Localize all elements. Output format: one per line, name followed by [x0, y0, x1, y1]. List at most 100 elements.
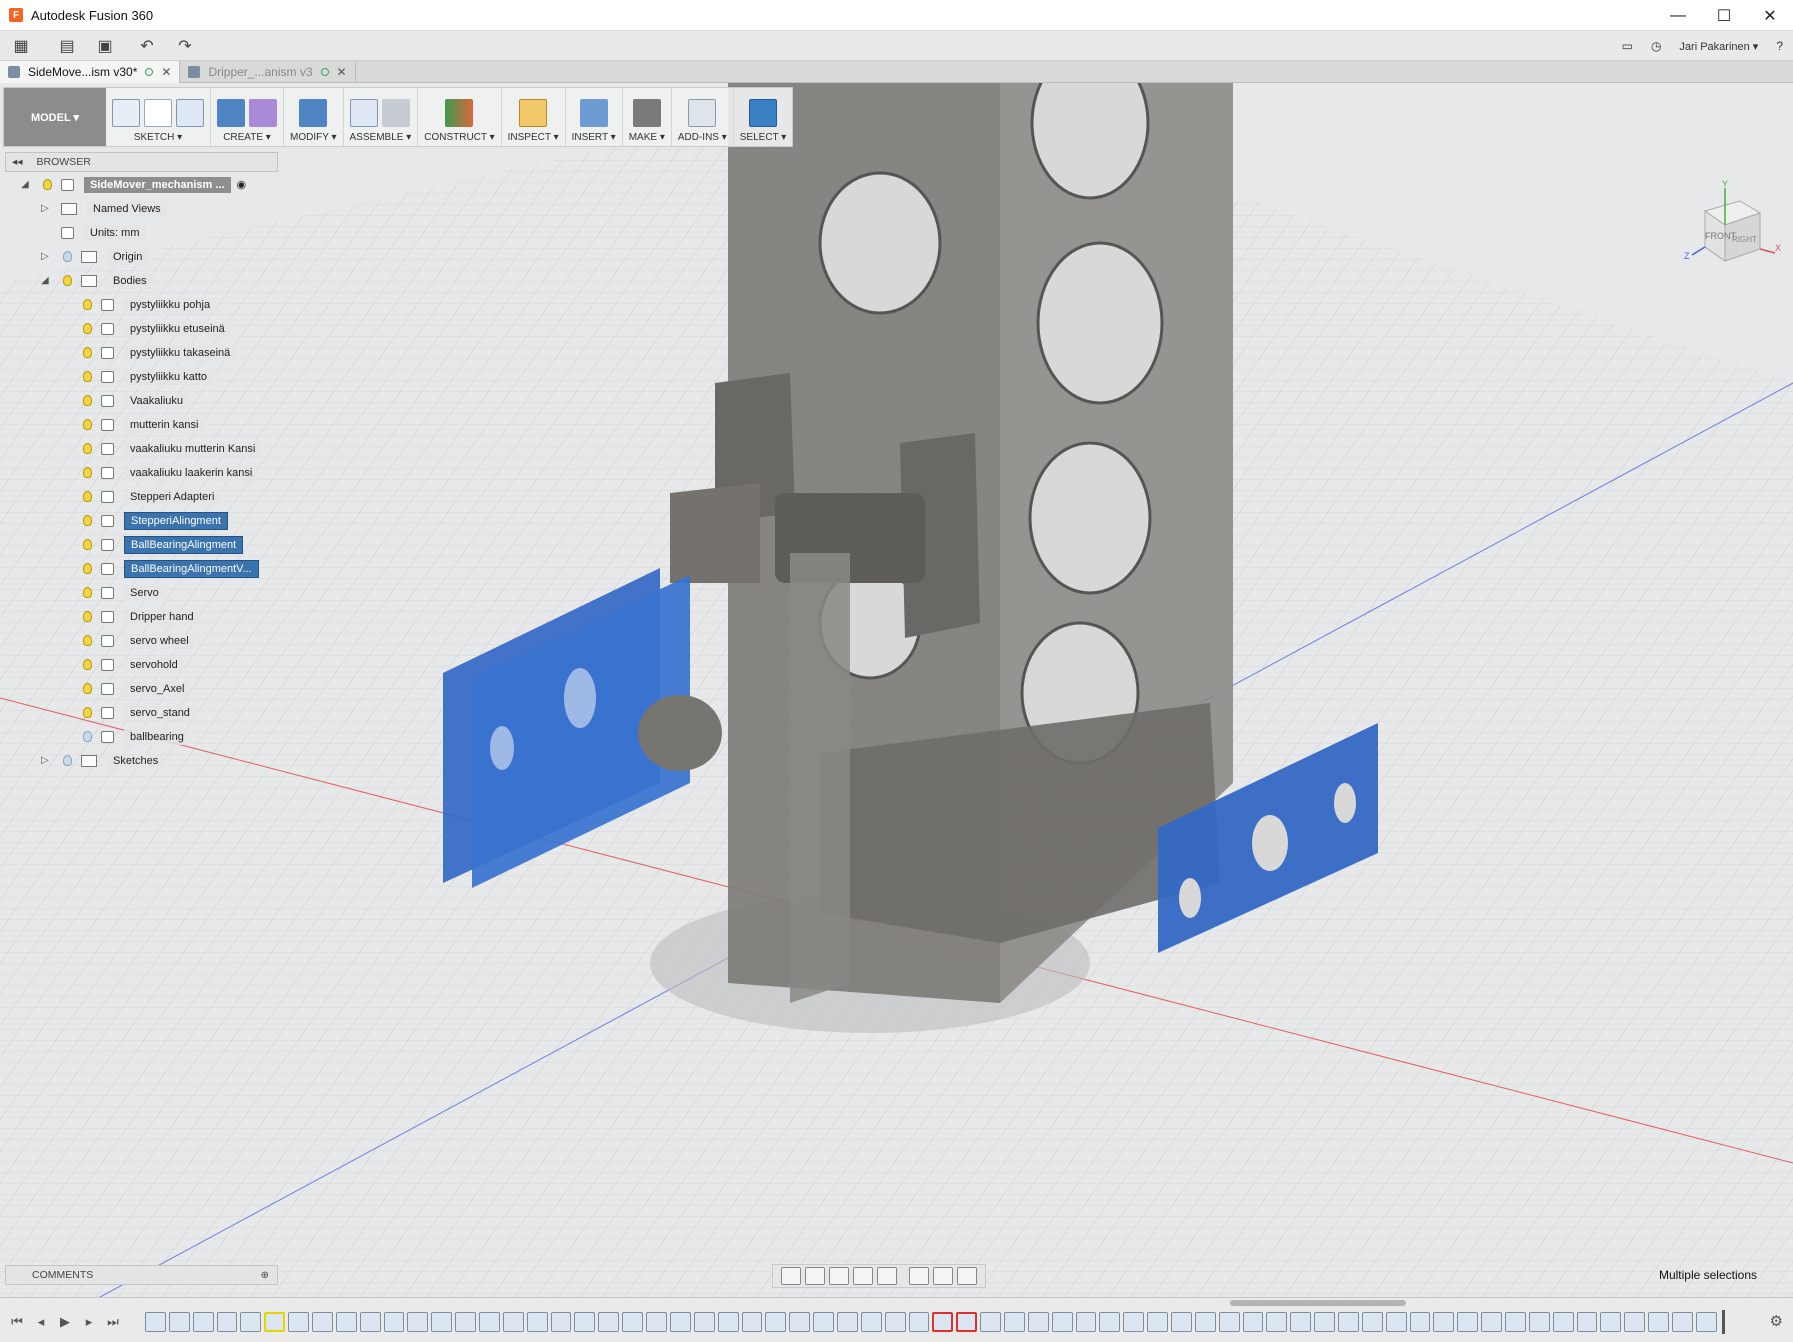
- timeline-feature-icon[interactable]: [359, 1312, 381, 1332]
- document-tab-sidemover[interactable]: SideMove...ism v30* ✕: [0, 61, 181, 83]
- timeline-feature-icon[interactable]: [1624, 1312, 1646, 1332]
- file-menu-icon[interactable]: ▤: [52, 33, 82, 59]
- timeline-feature-icon[interactable]: [1361, 1312, 1383, 1332]
- visibility-bulb-icon[interactable]: [81, 730, 93, 744]
- inspect-menu[interactable]: INSPECT ▾: [508, 132, 559, 143]
- timeline-feature-icon[interactable]: [598, 1312, 620, 1332]
- view-cube[interactable]: FRONT RIGHT X Y Z: [1680, 179, 1781, 273]
- tree-body-item[interactable]: servo_stand: [61, 702, 196, 723]
- timeline-feature-icon[interactable]: [1600, 1312, 1622, 1332]
- visibility-bulb-icon[interactable]: [41, 178, 53, 192]
- tree-units[interactable]: Units: mm: [41, 222, 146, 243]
- close-window-button[interactable]: ✕: [1747, 0, 1793, 31]
- timeline-feature-icon[interactable]: [502, 1312, 524, 1332]
- visibility-bulb-icon[interactable]: [81, 394, 93, 408]
- timeline-feature-icon[interactable]: [168, 1312, 190, 1332]
- minimize-button[interactable]: —: [1655, 0, 1701, 31]
- timeline-feature-icon[interactable]: [741, 1312, 763, 1332]
- modify-group[interactable]: MODIFY ▾: [284, 88, 344, 146]
- orbit-icon[interactable]: [781, 1267, 801, 1285]
- timeline-feature-icon[interactable]: [932, 1312, 954, 1332]
- timeline-feature-icon[interactable]: [479, 1312, 500, 1332]
- play-icon[interactable]: ▶: [56, 1313, 74, 1331]
- timeline-feature-icon[interactable]: [550, 1312, 572, 1332]
- timeline-feature-icon[interactable]: [1027, 1312, 1049, 1332]
- add-comment-icon[interactable]: ⊕: [261, 1270, 269, 1281]
- expand-arrow-icon[interactable]: ▷: [41, 755, 53, 766]
- timeline-feature-icon[interactable]: [669, 1312, 691, 1332]
- step-forward-icon[interactable]: ▸: [80, 1313, 98, 1331]
- scripts-addins-icon[interactable]: [688, 99, 717, 127]
- tree-body-item[interactable]: servohold: [61, 654, 184, 675]
- timeline-feature-icon[interactable]: [1528, 1312, 1550, 1332]
- create-sketch-icon[interactable]: [112, 99, 140, 127]
- tree-root-component[interactable]: ◢ SideMover_mechanism ... ◉: [21, 174, 246, 195]
- timeline-feature-icon[interactable]: [693, 1312, 715, 1332]
- timeline-feature-icon[interactable]: [1099, 1312, 1121, 1332]
- inspect-group[interactable]: INSPECT ▾: [502, 88, 566, 146]
- undo-icon[interactable]: ↶: [132, 33, 162, 59]
- tree-body-item[interactable]: mutterin kansi: [61, 414, 205, 435]
- visibility-bulb-icon[interactable]: [81, 562, 93, 576]
- create-menu[interactable]: CREATE ▾: [223, 132, 271, 143]
- tree-body-item[interactable]: Dripper hand: [61, 606, 200, 627]
- timeline-feature-icon[interactable]: [836, 1312, 858, 1332]
- make-group[interactable]: MAKE ▾: [623, 88, 672, 146]
- visibility-bulb-icon[interactable]: [81, 658, 93, 672]
- timeline-feature-icon[interactable]: [813, 1312, 834, 1332]
- display-settings-icon[interactable]: [909, 1267, 929, 1285]
- tree-body-item[interactable]: pystyliikku etuseinä: [61, 318, 231, 339]
- grid-settings-icon[interactable]: [933, 1267, 953, 1285]
- timeline-feature-icon[interactable]: [216, 1312, 238, 1332]
- tree-body-item[interactable]: BallBearingAlingmentV...: [61, 558, 259, 579]
- visibility-bulb-icon[interactable]: [81, 490, 93, 504]
- tree-body-item[interactable]: Servo: [61, 582, 165, 603]
- visibility-bulb-icon[interactable]: [61, 754, 73, 768]
- visibility-bulb-icon[interactable]: [81, 538, 93, 552]
- visibility-bulb-icon[interactable]: [81, 322, 93, 336]
- form-icon[interactable]: [249, 99, 277, 127]
- go-to-end-icon[interactable]: ⏭: [104, 1313, 122, 1331]
- visibility-bulb-icon[interactable]: [81, 514, 93, 528]
- timeline-feature-icon[interactable]: [1433, 1312, 1455, 1332]
- timeline-feature-icon[interactable]: [312, 1312, 333, 1332]
- visibility-bulb-icon[interactable]: [81, 586, 93, 600]
- comments-panel[interactable]: COMMENTS ⊕: [5, 1265, 278, 1285]
- expand-arrow-icon[interactable]: ▷: [41, 251, 53, 262]
- tree-body-item[interactable]: Stepperi Adapteri: [61, 486, 221, 507]
- collapse-panel-icon[interactable]: ◂◂: [12, 156, 23, 168]
- tree-body-item[interactable]: pystyliikku takaseinä: [61, 342, 237, 363]
- timeline-feature-icon[interactable]: [1194, 1312, 1216, 1332]
- make-menu[interactable]: MAKE ▾: [629, 132, 665, 143]
- help-icon[interactable]: ?: [1776, 39, 1783, 53]
- timeline-feature-icon[interactable]: [1051, 1312, 1073, 1332]
- tree-body-item[interactable]: StepperiAlingment: [61, 510, 228, 531]
- construct-menu[interactable]: CONSTRUCT ▾: [424, 132, 494, 143]
- tree-body-item[interactable]: vaakaliuku laakerin kansi: [61, 462, 259, 483]
- timeline-settings-gear-icon[interactable]: ⚙: [1770, 1312, 1783, 1330]
- timeline-marker-icon[interactable]: [1721, 1310, 1725, 1334]
- addins-menu[interactable]: ADD-INS ▾: [678, 132, 727, 143]
- zoom-window-icon[interactable]: [877, 1267, 897, 1285]
- timeline-feature-icon[interactable]: [956, 1312, 978, 1332]
- timeline-feature-icon[interactable]: [1672, 1312, 1693, 1332]
- tree-body-item[interactable]: servo_Axel: [61, 678, 191, 699]
- timeline-feature-icon[interactable]: [884, 1312, 906, 1332]
- line-icon[interactable]: [144, 99, 172, 127]
- sketch-group[interactable]: SKETCH ▾: [106, 88, 211, 146]
- timeline-feature-icon[interactable]: [1003, 1312, 1025, 1332]
- tree-body-item[interactable]: vaakaliuku mutterin Kansi: [61, 438, 262, 459]
- timeline-feature-icon[interactable]: [622, 1312, 644, 1332]
- timeline-feature-icon[interactable]: [908, 1312, 930, 1332]
- press-pull-icon[interactable]: [299, 99, 328, 127]
- tree-body-item[interactable]: pystyliikku pohja: [61, 294, 217, 315]
- zoom-icon[interactable]: [853, 1267, 873, 1285]
- timeline-feature-icon[interactable]: [1481, 1312, 1503, 1332]
- timeline-feature-icon[interactable]: [1552, 1312, 1574, 1332]
- tree-origin[interactable]: ▷ Origin: [41, 246, 149, 267]
- visibility-bulb-icon[interactable]: [81, 298, 93, 312]
- timeline-feature-icon[interactable]: [288, 1312, 310, 1332]
- assemble-group[interactable]: ASSEMBLE ▾: [344, 88, 419, 146]
- timeline-feature-icon[interactable]: [335, 1312, 357, 1332]
- timeline-feature-icon[interactable]: [1385, 1312, 1407, 1332]
